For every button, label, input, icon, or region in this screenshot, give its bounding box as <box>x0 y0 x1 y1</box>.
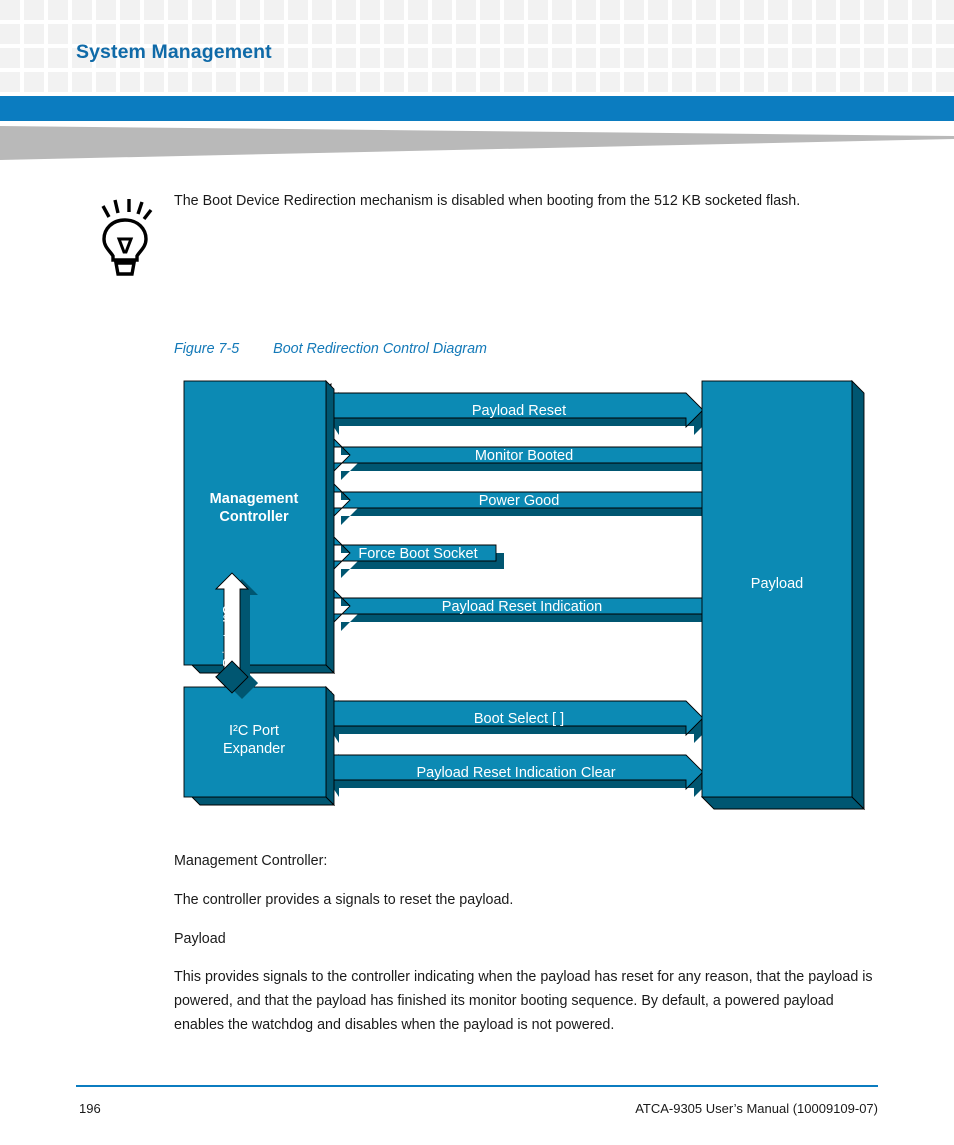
paragraph-payload-heading: Payload <box>174 931 226 947</box>
boot-redirection-control-diagram: Payload Reset Monitor Booted Power Good … <box>183 379 866 811</box>
signal-arrow-payload-reset-indication: Payload Reset Indication <box>332 587 714 631</box>
signal-arrow-boot-select: Boot Select [ ] <box>313 690 711 743</box>
header-blue-bar <box>0 96 954 121</box>
footer-manual-title: ATCA-9305 User’s Manual (10009109-07) <box>635 1101 878 1116</box>
block-label-payload: Payload <box>751 576 803 592</box>
signal-label-force-boot-socket: Force Boot Socket <box>358 546 477 562</box>
paragraph-payload-text: This provides signals to the controller … <box>174 969 873 1033</box>
figure-number: Figure 7-5 <box>174 341 240 357</box>
signal-label-payload-reset-indication: Payload Reset Indication <box>442 599 602 615</box>
tip-note-text: The Boot Device Redirection mechanism is… <box>174 193 801 209</box>
footer-rule <box>76 1085 878 1087</box>
figure-title: Boot Redirection Control Diagram <box>273 341 487 357</box>
tip-note: The Boot Device Redirection mechanism is… <box>0 190 954 300</box>
header-gray-swoosh <box>0 126 954 160</box>
page-title: System Management <box>76 41 272 63</box>
signal-arrow-payload-reset: Payload Reset <box>313 382 711 435</box>
paragraph-management-controller-text: The controller provides a signals to res… <box>174 892 514 908</box>
block-label-management-controller-line1: Management <box>210 491 299 507</box>
signal-label-payload-reset: Payload Reset <box>472 403 566 419</box>
block-label-management-controller-line2: Controller <box>219 509 289 525</box>
signal-arrow-payload-reset-indication-clear: Payload Reset Indication Clear <box>313 744 711 797</box>
signal-arrow-monitor-booted: Monitor Booted <box>332 436 714 480</box>
paragraph-management-controller-heading: Management Controller: <box>174 853 328 869</box>
signal-arrow-power-good: Power Good <box>332 481 714 525</box>
page-header: System Management <box>0 0 954 95</box>
block-label-i2c-port-expander-line1: I²C Port <box>229 723 279 739</box>
lightbulb-icon <box>101 199 153 276</box>
signal-label-payload-reset-indication-clear: Payload Reset Indication Clear <box>416 765 615 781</box>
vertical-link-label-private-i2c: Private I²C <box>220 605 235 666</box>
page-footer: 196 ATCA-9305 User’s Manual (10009109-07… <box>0 1085 954 1145</box>
signal-label-power-good: Power Good <box>479 493 560 509</box>
figure-caption: Figure 7-5 Boot Redirection Control Diagr… <box>174 341 487 357</box>
signal-label-boot-select: Boot Select [ ] <box>474 711 564 727</box>
signal-label-monitor-booted: Monitor Booted <box>475 448 573 464</box>
diagram-block-payload: Payload <box>700 379 866 811</box>
block-label-i2c-port-expander-line2: Expander <box>223 741 285 757</box>
diagram-block-i2c-port-expander: I²C Port Expander <box>183 660 336 807</box>
diagram-block-management-controller: Management Controller <box>183 379 336 675</box>
signal-arrow-force-boot-socket: Force Boot Socket <box>332 534 504 578</box>
